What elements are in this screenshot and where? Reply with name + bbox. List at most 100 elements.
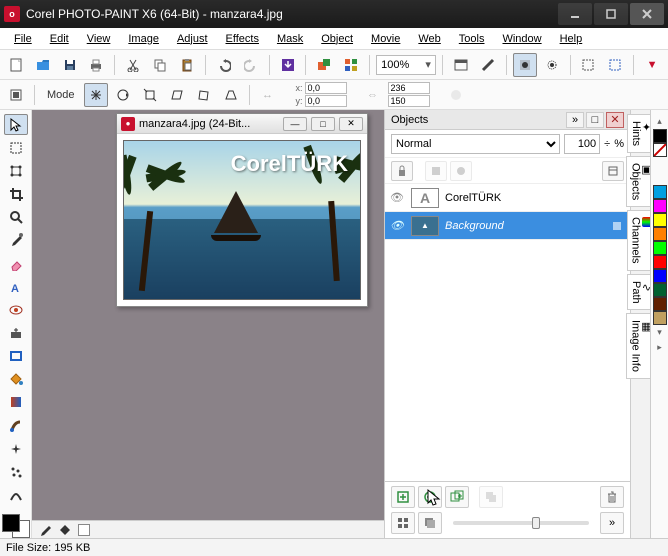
close-button[interactable] bbox=[630, 3, 664, 25]
palette-swatch[interactable] bbox=[653, 241, 667, 255]
new-button[interactable] bbox=[4, 53, 28, 77]
path-tool[interactable] bbox=[4, 485, 28, 506]
eyedropper-tool[interactable] bbox=[4, 230, 28, 251]
panel-close-button[interactable]: ✕ bbox=[606, 112, 624, 128]
object-name[interactable]: CorelTÜRK bbox=[445, 192, 606, 204]
undo-button[interactable] bbox=[212, 53, 236, 77]
mode-distort-button[interactable] bbox=[192, 83, 216, 107]
delete-object-button[interactable] bbox=[600, 486, 624, 508]
fg-color-swatch[interactable] bbox=[2, 514, 20, 532]
crop-tool[interactable] bbox=[4, 183, 28, 204]
pos-x-input[interactable] bbox=[305, 82, 347, 94]
menu-file[interactable]: File bbox=[6, 31, 40, 47]
palette-flyout-icon[interactable]: ▸ bbox=[657, 340, 662, 355]
image-sprayer-tool[interactable] bbox=[4, 461, 28, 482]
mask-mode-button[interactable] bbox=[4, 83, 28, 107]
save-button[interactable] bbox=[58, 53, 82, 77]
expand-options-button[interactable]: » bbox=[600, 512, 624, 534]
maximize-button[interactable] bbox=[594, 3, 628, 25]
size-w-input[interactable] bbox=[388, 82, 430, 94]
document-image[interactable]: CorelTÜRK bbox=[123, 140, 361, 300]
mode-rotate-button[interactable] bbox=[111, 83, 135, 107]
options-button[interactable]: ▼ bbox=[640, 53, 664, 77]
palette-swatch[interactable] bbox=[653, 255, 667, 269]
app-switch-button[interactable] bbox=[339, 53, 363, 77]
redeye-tool[interactable] bbox=[4, 299, 28, 320]
palette-down-icon[interactable]: ▾ bbox=[657, 325, 662, 340]
object-row[interactable]: 👁 ▲ Background bbox=[385, 212, 630, 240]
copy-button[interactable] bbox=[148, 53, 172, 77]
menu-object[interactable]: Object bbox=[313, 31, 361, 47]
palette-swatch[interactable] bbox=[653, 297, 667, 311]
effect-tool[interactable] bbox=[4, 438, 28, 459]
lock-icon[interactable] bbox=[612, 221, 626, 231]
object-name[interactable]: Background bbox=[445, 220, 606, 232]
pick-tool[interactable] bbox=[4, 114, 28, 135]
menu-help[interactable]: Help bbox=[552, 31, 591, 47]
objects-header[interactable]: Objects » □ ✕ bbox=[385, 110, 630, 130]
palette-swatch[interactable] bbox=[653, 283, 667, 297]
mode-perspective-button[interactable] bbox=[219, 83, 243, 107]
visibility-toggle[interactable]: 👁 bbox=[389, 218, 405, 234]
paste-button[interactable] bbox=[175, 53, 199, 77]
palette-swatch[interactable] bbox=[653, 213, 667, 227]
object-row[interactable]: 👁 A CorelTÜRK bbox=[385, 184, 630, 212]
rectangle-tool[interactable] bbox=[4, 346, 28, 367]
collapse-button[interactable]: » bbox=[566, 112, 584, 128]
mask-transform-tool[interactable] bbox=[4, 160, 28, 181]
clone-tool[interactable] bbox=[4, 322, 28, 343]
mode-normal-button[interactable] bbox=[84, 83, 108, 107]
palette-swatch[interactable] bbox=[653, 311, 667, 325]
minimize-button[interactable] bbox=[558, 3, 592, 25]
palette-swatch[interactable] bbox=[653, 143, 667, 157]
menu-effects[interactable]: Effects bbox=[218, 31, 267, 47]
opacity-input[interactable] bbox=[564, 134, 600, 154]
menu-adjust[interactable]: Adjust bbox=[169, 31, 216, 47]
print-button[interactable] bbox=[85, 53, 109, 77]
menu-movie[interactable]: Movie bbox=[363, 31, 408, 47]
mode-scale-button[interactable] bbox=[138, 83, 162, 107]
menu-window[interactable]: Window bbox=[494, 31, 549, 47]
menu-edit[interactable]: Edit bbox=[42, 31, 77, 47]
palette-swatch[interactable] bbox=[653, 185, 667, 199]
fill-tool[interactable] bbox=[4, 369, 28, 390]
palette-swatch[interactable] bbox=[653, 269, 667, 283]
menu-view[interactable]: View bbox=[79, 31, 119, 47]
palette-swatch[interactable] bbox=[653, 227, 667, 241]
thumbnail-size-button[interactable] bbox=[391, 512, 415, 534]
zoom-combo[interactable]: ▾ bbox=[376, 55, 436, 75]
lock-transparency-button[interactable] bbox=[391, 161, 413, 181]
document-window[interactable]: ● manzara4.jpg (24-Bit... — □ ✕ bbox=[116, 113, 368, 307]
create-clip-mask-button[interactable] bbox=[450, 161, 472, 181]
palette-up-icon[interactable]: ▴ bbox=[657, 114, 662, 129]
document-titlebar[interactable]: ● manzara4.jpg (24-Bit... — □ ✕ bbox=[117, 114, 367, 134]
menu-mask[interactable]: Mask bbox=[269, 31, 311, 47]
new-object-button[interactable] bbox=[391, 486, 415, 508]
zoom-dropdown-icon[interactable]: ▾ bbox=[421, 58, 435, 71]
color-swatches[interactable] bbox=[2, 514, 30, 538]
size-h-input[interactable] bbox=[388, 95, 430, 107]
doc-close-button[interactable]: ✕ bbox=[339, 117, 363, 131]
mask-marquee-button[interactable] bbox=[540, 53, 564, 77]
cut-button[interactable] bbox=[121, 53, 145, 77]
panel-options-button[interactable] bbox=[602, 161, 624, 181]
doc-maximize-button[interactable]: □ bbox=[311, 117, 335, 131]
launch-button[interactable] bbox=[312, 53, 336, 77]
doc-minimize-button[interactable]: — bbox=[283, 117, 307, 131]
eraser-tool[interactable] bbox=[4, 253, 28, 274]
menu-image[interactable]: Image bbox=[120, 31, 167, 47]
mask-overlay-button[interactable] bbox=[513, 53, 537, 77]
import-button[interactable] bbox=[276, 53, 300, 77]
blend-mode-select[interactable]: Normal bbox=[391, 134, 560, 154]
show-rulers-button[interactable] bbox=[476, 53, 500, 77]
object-marquee-button[interactable] bbox=[603, 53, 627, 77]
clip-to-parent-button[interactable] bbox=[425, 161, 447, 181]
opacity-stepper[interactable]: ÷ bbox=[604, 138, 610, 150]
fullscreen-button[interactable] bbox=[449, 53, 473, 77]
palette-swatch[interactable] bbox=[653, 129, 667, 143]
menu-web[interactable]: Web bbox=[410, 31, 448, 47]
paper-color-icon[interactable] bbox=[58, 523, 72, 537]
paint-color-icon[interactable] bbox=[38, 523, 52, 537]
arrange-button[interactable] bbox=[418, 512, 442, 534]
palette-swatch[interactable] bbox=[653, 199, 667, 213]
